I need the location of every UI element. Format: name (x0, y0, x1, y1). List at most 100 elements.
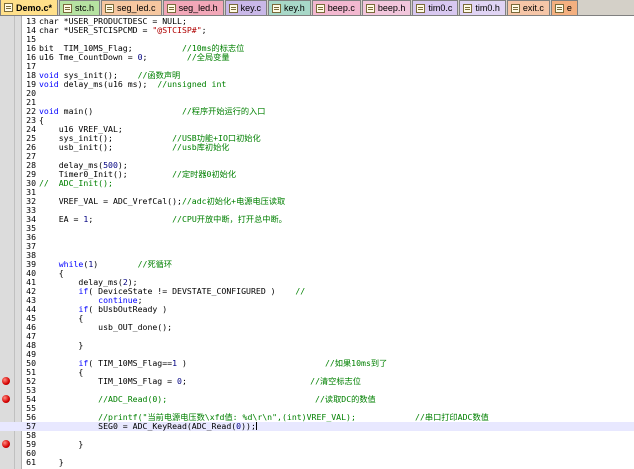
file-tab[interactable]: stc.h (59, 0, 101, 15)
file-icon (63, 3, 73, 13)
file-tab[interactable]: e (550, 0, 578, 15)
file-icon (271, 3, 281, 13)
file-tab-label: Demo.c* (16, 2, 53, 13)
code-line[interactable]: 26 usb_init(); //usb库初始化 (0, 143, 634, 152)
code-line[interactable]: 35 (0, 224, 634, 233)
code-token: usb_init(); (39, 142, 173, 152)
file-icon (463, 3, 473, 13)
code-line[interactable]: 57 SEG0 = ADC_KeyRead(ADC_Read(0)); (0, 422, 634, 431)
file-tab[interactable]: tim0.h (459, 0, 506, 15)
code-line[interactable]: 60 (0, 449, 634, 458)
code-editor[interactable]: 13 char *USER_PRODUCTDESC = NULL; 14 char *… (0, 16, 634, 469)
code-token: // ADC_Init(); (39, 178, 113, 188)
file-icon (416, 3, 426, 13)
file-icon (228, 3, 238, 13)
code-line[interactable]: 22 void main() //程序开始运行的入口 (0, 107, 634, 116)
file-tab[interactable]: beep.c (311, 0, 361, 15)
code-text: } (39, 341, 83, 350)
breakpoint-icon[interactable] (2, 395, 10, 403)
code-line[interactable]: 58 (0, 431, 634, 440)
code-token: SEG0 = ADC_KeyRead(ADC_Read( (39, 421, 237, 431)
code-text: EA = 1; //CPU开放中断，打开总中断。 (39, 215, 287, 224)
code-text: //ADC_Read(0); //读取DC的数值 (39, 395, 376, 404)
file-tab-label: tim0.c (428, 3, 453, 13)
code-token: void (39, 79, 59, 89)
file-icon (510, 3, 520, 13)
file-tab-label: key.c (240, 3, 261, 13)
code-token: ( bUsbOutReady ) (88, 304, 168, 314)
code-token: usb_OUT_done(); (39, 322, 173, 332)
code-text: char *USER_STCISPCMD = "@STCISP#"; (39, 26, 207, 35)
file-icon (166, 3, 176, 13)
breakpoint-icon[interactable] (2, 377, 10, 385)
file-icon (554, 3, 564, 13)
code-token: )); (241, 421, 256, 431)
file-tab-label: beep.c (327, 3, 355, 13)
file-tab[interactable]: seg_led.c (101, 0, 162, 15)
code-line[interactable]: 48 } (0, 341, 634, 350)
file-tab[interactable]: Demo.c* (0, 0, 59, 15)
code-token: //清空标志位 (310, 376, 361, 386)
code-token: //adc初始化+电源电压读取 (181, 196, 286, 206)
code-token: } (39, 457, 64, 467)
breakpoint-icon[interactable] (2, 440, 10, 448)
code-token: //CPU开放中断，打开总中断。 (172, 214, 287, 224)
code-text: u16 Tme_CountDown = 0; //全局变量 (39, 53, 230, 62)
code-text: } (39, 440, 83, 449)
code-line[interactable]: 59 } (0, 440, 634, 449)
code-token: } (39, 340, 84, 350)
code-text: TIM_10MS_Flag = 0; //清空标志位 (39, 377, 361, 386)
text-caret (255, 422, 257, 430)
code-token: ; (88, 214, 173, 224)
code-line[interactable]: 32 VREF_VAL = ADC_VrefCal();//adc初始化+电源电… (0, 197, 634, 206)
code-token: //程序开始运行的入口 (181, 106, 266, 116)
code-text: void delay_ms(u16 ms); //unsigned int (39, 80, 226, 89)
code-text: void main() //程序开始运行的入口 (39, 107, 266, 116)
code-line[interactable]: 47 (0, 332, 634, 341)
code-token: //unsigned int (157, 79, 227, 89)
code-line[interactable]: 16 u16 Tme_CountDown = 0; //全局变量 (0, 53, 634, 62)
code-token: ) (93, 259, 138, 269)
line-number: 61 (26, 457, 36, 467)
file-tab-label: beep.h (377, 3, 406, 13)
code-line[interactable]: 46 usb_OUT_done(); (0, 323, 634, 332)
code-line[interactable]: 36 (0, 233, 634, 242)
file-tab-label: stc.h (75, 3, 95, 13)
code-line[interactable]: 39 while(1) //死循环 (0, 260, 634, 269)
code-line[interactable]: 19 void delay_ms(u16 ms); //unsigned int (0, 80, 634, 89)
file-tab[interactable]: beep.h (361, 0, 412, 15)
code-line[interactable]: 54 //ADC_Read(0); //读取DC的数值 (0, 395, 634, 404)
code-token: TIM_10MS_Flag = (39, 376, 178, 386)
code-text: SEG0 = ADC_KeyRead(ADC_Read(0)); (39, 422, 257, 431)
code-line[interactable]: 50 if( TIM_10MS_Flag==1 ) //如果10ms到了 (0, 359, 634, 368)
file-tab[interactable]: tim0.c (412, 0, 459, 15)
code-token: u16 Tme_CountDown = (39, 52, 138, 62)
code-token: //死循环 (137, 259, 173, 269)
file-tab-label: tim0.h (475, 3, 500, 13)
code-token: ; (181, 376, 311, 386)
code-text: // ADC_Init(); (39, 179, 113, 188)
file-icon (365, 3, 375, 13)
code-line[interactable]: 52 TIM_10MS_Flag = 0; //清空标志位 (0, 377, 634, 386)
code-line[interactable]: 14 char *USER_STCISPCMD = "@STCISP#"; (0, 26, 634, 35)
code-token: // (295, 286, 306, 296)
file-tab[interactable]: exit.c (506, 0, 550, 15)
file-tab-label: e (566, 3, 572, 13)
code-token: "@STCISP#" (152, 25, 202, 35)
code-token: //如果10ms到了 (324, 358, 388, 368)
code-line[interactable]: 37 (0, 242, 634, 251)
code-line[interactable]: 20 (0, 89, 634, 98)
code-token: } (39, 439, 84, 449)
code-line[interactable]: 30// ADC_Init(); (0, 179, 634, 188)
code-line[interactable]: 44 if( bUsbOutReady ) (0, 305, 634, 314)
file-tab[interactable]: key.c (224, 0, 267, 15)
file-tab[interactable]: key.h (267, 0, 311, 15)
code-line[interactable]: 61 } (0, 458, 634, 467)
file-tab-bar: Demo.c* stc.h seg_led.c seg_led.h key.c key.h… (0, 0, 634, 16)
file-tab[interactable]: seg_led.h (162, 0, 224, 15)
file-icon (315, 3, 325, 13)
code-text: if( TIM_10MS_Flag==1 ) //如果10ms到了 (39, 359, 387, 368)
code-line[interactable]: 34 EA = 1; //CPU开放中断，打开总中断。 (0, 215, 634, 224)
file-tab-label: exit.c (522, 3, 544, 13)
